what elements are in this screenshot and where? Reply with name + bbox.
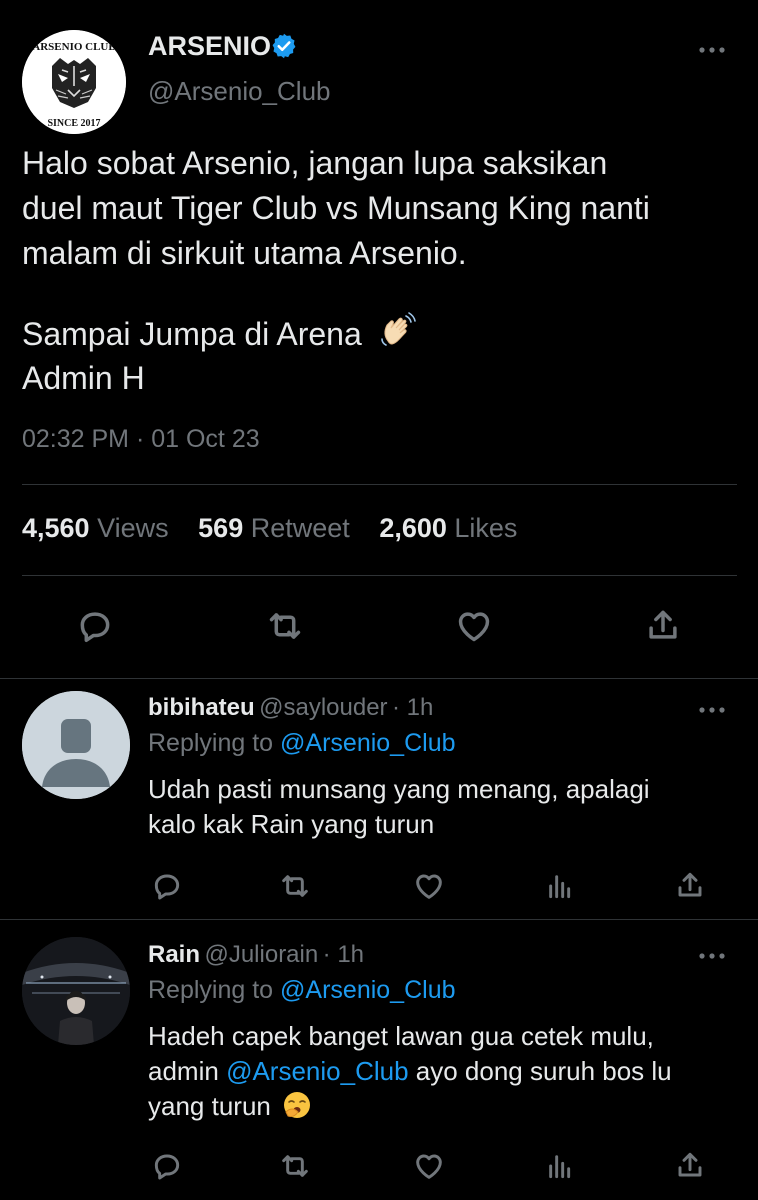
tweet-timestamp[interactable]: 02:32 PM · 01 Oct 23 xyxy=(22,425,260,454)
replying-to-label: Replying to xyxy=(148,976,274,1004)
reply-2-text-prefix: admin xyxy=(148,1056,219,1086)
retweet-icon[interactable] xyxy=(265,607,305,645)
retweets-label: Retweet xyxy=(250,513,350,543)
retweet-icon[interactable] xyxy=(278,870,312,902)
like-icon[interactable] xyxy=(412,870,446,902)
reply-2-text-line-1: Hadeh capek banget lawan gua cetek mulu, xyxy=(148,1021,654,1051)
yawning-face-emoji xyxy=(282,1090,312,1120)
reply-2-header: Rain @Juliorain · 1h xyxy=(148,941,364,969)
reply-1-replying-to: Replying to @Arsenio_Club xyxy=(148,729,456,758)
retweets-stat[interactable]: 569 Retweet xyxy=(198,513,350,543)
analytics-icon[interactable] xyxy=(544,870,576,902)
likes-label: Likes xyxy=(454,513,518,543)
reply-icon[interactable] xyxy=(151,1150,183,1182)
reply-1-text-line-1: Udah pasti munsang yang menang, apalagi xyxy=(148,774,650,804)
reply-2-avatar[interactable] xyxy=(22,937,130,1045)
reply-2-replying-to: Replying to @Arsenio_Club xyxy=(148,976,456,1005)
reply-2-text-line-2: admin @Arsenio_Club ayo dong suruh bos l… xyxy=(148,1054,672,1089)
more-icon[interactable] xyxy=(697,946,727,966)
reply-2-text-line-3: yang turun xyxy=(148,1089,312,1124)
reply-2-text-suffix: ayo dong suruh bos lu xyxy=(415,1056,672,1086)
analytics-icon[interactable] xyxy=(544,1150,576,1182)
logo-text-bottom: SINCE 2017 xyxy=(47,118,100,129)
like-icon[interactable] xyxy=(454,607,494,645)
reply-1-age[interactable]: · 1h xyxy=(392,694,433,721)
reply-2-text-line-3-text: yang turun xyxy=(148,1091,271,1121)
arsenio-club-avatar[interactable]: ARSENIO CLUB SINCE 2017 xyxy=(22,30,126,134)
views-count: 4,560 xyxy=(22,513,90,543)
arsenio-logo: ARSENIO CLUB SINCE 2017 xyxy=(22,30,126,134)
author-name[interactable]: ARSENIO xyxy=(148,31,271,62)
views-stat[interactable]: 4,560 Views xyxy=(22,513,169,543)
reply-2-age[interactable]: · 1h xyxy=(323,941,364,968)
verified-badge-icon xyxy=(270,32,298,60)
more-icon[interactable] xyxy=(697,700,727,720)
tweet-stats: 4,560 Views 569 Retweet 2,600 Likes xyxy=(22,513,517,544)
more-icon[interactable] xyxy=(697,40,727,60)
tweet-text-line-4-text: Sampai Jumpa di Arena xyxy=(22,316,362,352)
divider xyxy=(22,484,737,485)
reply-1-avatar[interactable] xyxy=(22,691,130,799)
replying-to-label: Replying to xyxy=(148,729,274,757)
reply-1-text-line-2: kalo kak Rain yang turun xyxy=(148,809,435,839)
reply-1-name[interactable]: bibihateu xyxy=(148,694,255,721)
profile-photo xyxy=(22,937,130,1045)
reply-2-name[interactable]: Rain xyxy=(148,941,200,968)
tweet-text-line-3: malam di sirkuit utama Arsenio. xyxy=(22,235,467,271)
divider xyxy=(0,678,758,679)
retweet-icon[interactable] xyxy=(278,1150,312,1182)
reply-2-mention[interactable]: @Arsenio_Club xyxy=(226,1056,408,1086)
replying-to-mention[interactable]: @Arsenio_Club xyxy=(280,976,455,1004)
tweet-text-line-5: Admin H xyxy=(22,360,145,396)
like-icon[interactable] xyxy=(412,1150,446,1182)
likes-stat[interactable]: 2,600 Likes xyxy=(379,513,517,543)
waving-hand-emoji xyxy=(377,311,417,351)
reply-2-handle[interactable]: @Juliorain xyxy=(204,941,318,968)
author-handle[interactable]: @Arsenio_Club xyxy=(148,76,330,107)
divider xyxy=(0,919,758,920)
replying-to-mention[interactable]: @Arsenio_Club xyxy=(280,729,455,757)
reply-icon[interactable] xyxy=(151,870,183,902)
share-icon[interactable] xyxy=(674,1148,706,1182)
reply-1-handle[interactable]: @saylouder xyxy=(259,694,387,721)
reply-icon[interactable] xyxy=(76,607,114,645)
logo-text-top: ARSENIO CLUB xyxy=(32,41,116,53)
divider xyxy=(22,575,737,576)
likes-count: 2,600 xyxy=(379,513,447,543)
share-icon[interactable] xyxy=(644,605,682,645)
tweet-text-line-2: duel maut Tiger Club vs Munsang King nan… xyxy=(22,190,650,226)
tweet-text-line-1: Halo sobat Arsenio, jangan lupa saksikan xyxy=(22,145,608,181)
reply-1-header: bibihateu @saylouder · 1h xyxy=(148,694,433,722)
tweet-text-line-4: Sampai Jumpa di Arena xyxy=(22,311,417,357)
retweets-count: 569 xyxy=(198,513,244,543)
default-avatar-icon xyxy=(22,691,130,799)
share-icon[interactable] xyxy=(674,868,706,902)
views-label: Views xyxy=(97,513,169,543)
